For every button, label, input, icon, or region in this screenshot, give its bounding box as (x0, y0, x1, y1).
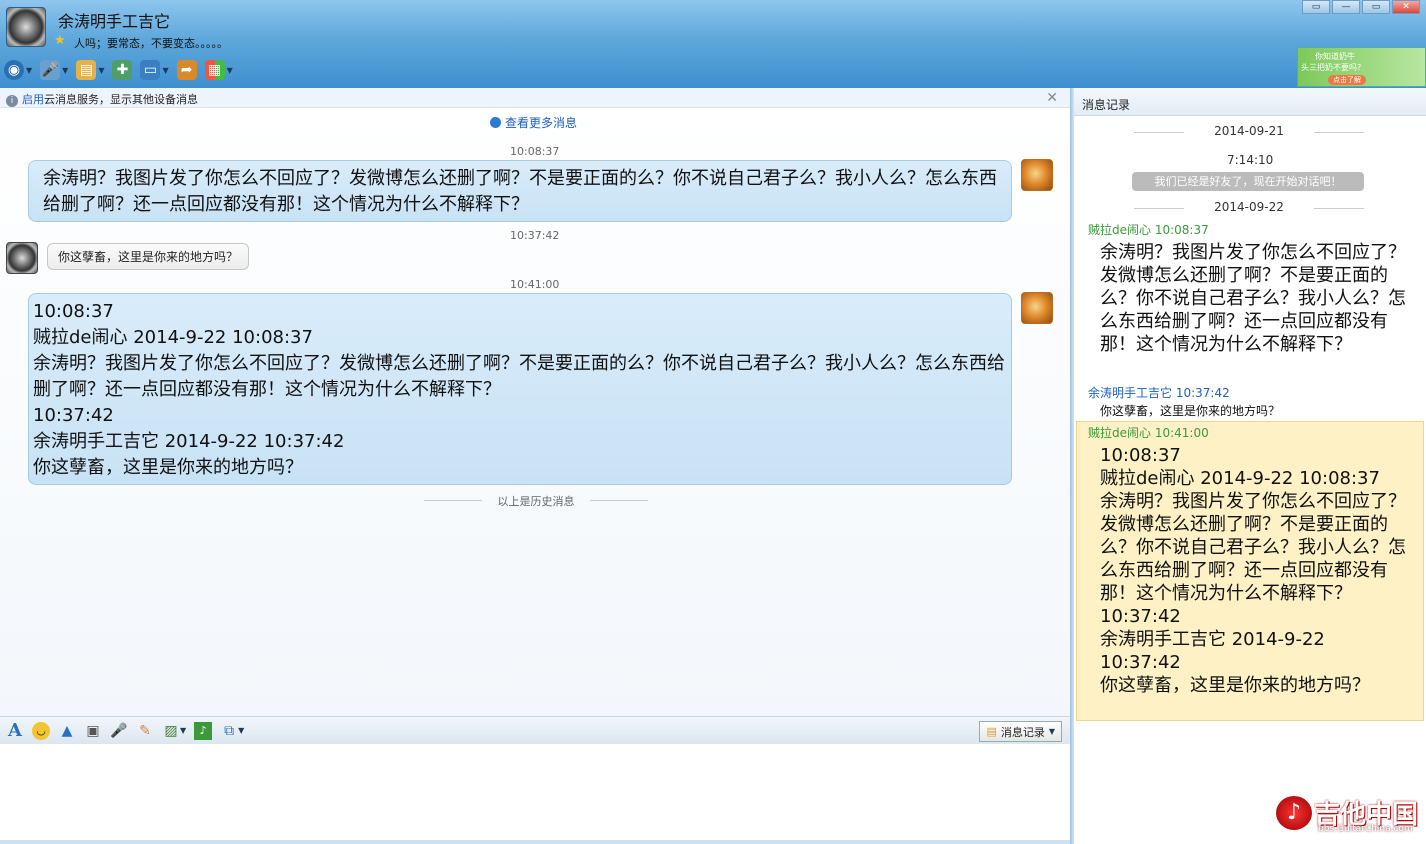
watermark-url: bbs.GuitarChina.com (1318, 824, 1413, 834)
message-line: 10:37:42 (1100, 606, 1181, 627)
history-separator: 以上是历史消息 (424, 493, 648, 509)
history-sender: 贼拉de闹心 10:41:00 (1088, 426, 1209, 440)
chat-add-icon: ✚ (112, 60, 133, 80)
contact-signature: 人吗；要常态，不要变态。。。。。 (74, 37, 228, 50)
message-input[interactable] (0, 744, 1070, 844)
clock-icon (490, 117, 501, 128)
message-line: 余涛明？我图片发了你怎么不回应了？发微博怎么还删了啊？不是要正面的么？你不说自己… (33, 353, 1005, 400)
my-avatar[interactable] (1021, 292, 1053, 324)
close-icon[interactable]: ✕ (1046, 90, 1058, 106)
message-timestamp: 10:37:42 (510, 229, 560, 242)
history-message[interactable]: 你这孽畜，这里是你来的地方吗？ (1100, 403, 1406, 419)
chevron-down-icon: ▼ (162, 65, 169, 75)
shake-icon[interactable]: ▲ (58, 722, 76, 740)
chevron-down-icon[interactable]: ▼ (238, 726, 244, 735)
emoji-icon[interactable]: ◡ (32, 721, 50, 740)
message-line: 10:08:37 (1100, 445, 1181, 466)
history-message[interactable]: 余涛明？我图片发了你怎么不回应了？发微博怎么还删了啊？不是要正面的么？你不说自己… (1100, 241, 1406, 356)
maximize-button[interactable]: ▭ (1362, 0, 1390, 14)
folder-icon: ▤ (76, 60, 97, 80)
note-icon[interactable]: ✎ (136, 722, 154, 740)
contact-avatar-small[interactable] (6, 242, 38, 274)
message-line: 贼拉de闹心 2014-9-22 10:08:37 (1100, 468, 1380, 489)
create-discussion-button[interactable]: ✚ (112, 60, 133, 80)
system-note: 我们已经是好友了，现在开始对话吧！ (1132, 172, 1364, 191)
send-file-button[interactable]: ▤ ▼ (76, 60, 104, 80)
contact-name[interactable]: 余涛明手工吉它 (58, 8, 170, 32)
chevron-down-icon[interactable]: ▼ (180, 726, 186, 735)
infobar-text: 云消息服务，显示其他设备消息 (44, 93, 198, 106)
history-message[interactable]: 10:08:37 贼拉de闹心 2014-9-22 10:08:37 余涛明？我… (1100, 444, 1406, 697)
history-panel-header: 消息记录 (1074, 88, 1426, 116)
enable-cloud-link[interactable]: 启用 (22, 93, 44, 106)
star-icon: ★ (54, 33, 66, 48)
ad-line: 头三把奶不要吗? (1301, 63, 1362, 72)
camera-icon: ◉ (4, 60, 24, 80)
my-avatar[interactable] (1021, 159, 1053, 191)
share-icon: ➦ (176, 60, 197, 80)
history-panel: 消息记录 2014-09-21 7:14:10 我们已经是好友了，现在开始对话吧… (1074, 88, 1426, 844)
top-toolbar: ◉ ▼ 🎤 ▼ ▤ ▼ ✚ ▭ ▼ ➦ ▦ ▼ (4, 56, 233, 84)
message-line: 余涛明手工吉它 2014-9-22 10:37:42 (1100, 629, 1325, 673)
title-bar: 余涛明手工吉它 ★ 人吗；要常态，不要变态。。。。。 ▭ — ▭ ✕ ◉ ▼ 🎤 ▼… (0, 0, 1426, 88)
history-sender: 贼拉de闹心 10:08:37 (1088, 223, 1209, 237)
share-screen-button[interactable]: ➦ (176, 60, 197, 80)
voice-message-icon[interactable]: 🎤 (110, 722, 128, 740)
video-call-button[interactable]: ◉ ▼ (4, 60, 32, 80)
image-icon[interactable]: ▨ (162, 722, 180, 740)
system-time: 7:14:10 (1227, 153, 1274, 167)
message-history-button[interactable]: ▤ 消息记录 ▼ (979, 721, 1062, 742)
chevron-down-icon: ▼ (62, 65, 69, 75)
microphone-icon: 🎤 (40, 60, 61, 80)
window-controls: ▭ — ▭ ✕ (1302, 0, 1420, 14)
chevron-down-icon: ▼ (98, 65, 105, 75)
voice-call-button[interactable]: 🎤 ▼ (40, 60, 68, 80)
message-line: 贼拉de闹心 2014-9-22 10:08:37 (33, 327, 313, 348)
chevron-down-icon: ▼ (1048, 727, 1055, 736)
sent-message-bubble[interactable]: 10:08:37 贼拉de闹心 2014-9-22 10:08:37 余涛明？我… (28, 293, 1012, 485)
input-toolbar: A ◡ ▲ ▣ 🎤 ✎ ▨ ▼ ♪ ⧉ ▼ ▤ 消息记录 ▼ (0, 716, 1070, 744)
skin-button[interactable]: ▭ (1302, 0, 1330, 14)
history-sender: 余涛明手工吉它 10:37:42 (1088, 386, 1230, 400)
contact-avatar[interactable] (6, 7, 46, 47)
history-icon: ▤ (986, 725, 997, 738)
chevron-down-icon: ▼ (26, 65, 33, 75)
font-icon[interactable]: A (6, 720, 24, 741)
sent-message-bubble[interactable]: 余涛明？我图片发了你怎么不回应了？发微博怎么还删了啊？不是要正面的么？你不说自己… (28, 160, 1012, 222)
date-separator: 2014-09-21 (1134, 124, 1364, 138)
chat-history-area[interactable]: 查看更多消息 10:08:37 余涛明？我图片发了你怎么不回应了？发微博怎么还删… (0, 108, 1070, 716)
film-icon[interactable]: ▣ (84, 722, 102, 740)
message-line: 余涛明？我图片发了你怎么不回应了？发微博怎么还删了啊？不是要正面的么？你不说自己… (1100, 491, 1406, 604)
close-button[interactable]: ✕ (1392, 0, 1420, 14)
message-timestamp: 10:08:37 (510, 145, 560, 158)
message-line: 你这孽畜，这里是你来的地方吗？ (1100, 675, 1370, 696)
message-history-label: 消息记录 (1000, 725, 1045, 739)
message-line: 10:37:42 (33, 405, 114, 426)
view-more-messages-link[interactable]: 查看更多消息 (490, 114, 577, 131)
received-message-bubble[interactable]: 你这孽畜，这里是你来的地方吗？ (47, 243, 250, 270)
apps-button[interactable]: ▦ ▼ (204, 60, 233, 80)
monitor-icon: ▭ (140, 60, 161, 80)
screenshot-icon[interactable]: ⧉ (220, 722, 238, 740)
message-line: 10:08:37 (33, 301, 114, 322)
ad-banner[interactable]: 你知道奶牛 头三把奶不要吗? 点击了解 (1297, 47, 1426, 87)
chevron-down-icon: ▼ (226, 65, 233, 75)
info-icon: i (6, 95, 18, 107)
history-panel-title: 消息记录 (1082, 98, 1131, 112)
view-more-label: 查看更多消息 (505, 116, 578, 130)
minimize-button[interactable]: — (1332, 0, 1360, 14)
message-line: 余涛明手工吉它 2014-9-22 10:37:42 (33, 431, 345, 452)
cloud-message-bar: i 启用云消息服务，显示其他设备消息 ✕ (0, 88, 1070, 108)
date-separator: 2014-09-22 (1134, 200, 1364, 214)
apps-grid-icon: ▦ (204, 60, 225, 80)
message-line: 你这孽畜，这里是你来的地方吗？ (33, 457, 303, 478)
ad-line: 你知道奶牛 (1315, 52, 1355, 61)
guitarchina-logo-icon: ♪ (1276, 796, 1312, 830)
message-timestamp: 10:41:00 (510, 278, 560, 291)
remote-assist-button[interactable]: ▭ ▼ (140, 60, 169, 80)
music-icon[interactable]: ♪ (194, 721, 213, 740)
ad-button[interactable]: 点击了解 (1328, 75, 1366, 85)
